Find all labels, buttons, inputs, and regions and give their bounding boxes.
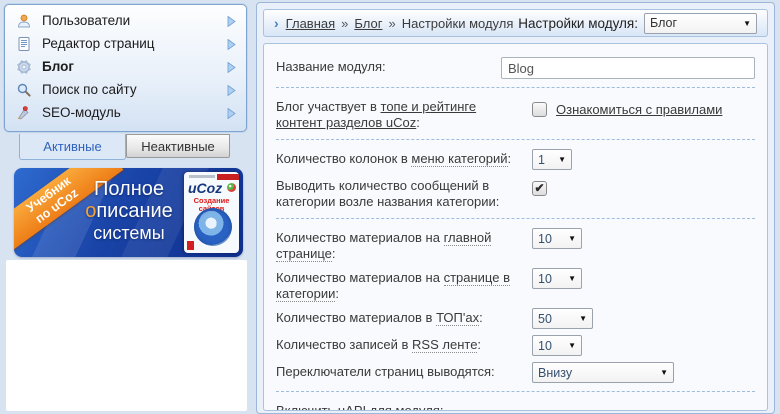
chevron-right-icon [227,38,237,51]
rss-count-label: Количество записей в RSS ленте: [276,337,482,353]
chevron-down-icon: ▼ [568,234,576,243]
module-menu: Пользователи Редактор страниц Блог Поиск… [4,4,247,132]
main-page-count-select[interactable]: 10 ▼ [532,228,582,249]
page-icon [14,35,34,52]
main-page-count-label: Количество материалов на главной страниц… [276,230,492,262]
category-columns-label: Количество колонок в меню категорий: [276,151,512,167]
left-empty-panel [6,260,247,411]
tab-inactive-modules[interactable]: Неактивные [126,134,230,158]
chevron-down-icon: ▼ [568,274,576,283]
sidebar-item-label: Блог [42,59,74,74]
tops-count-label: Количество материалов в ТОП'ах: [276,310,483,326]
breadcrumb-current: Настройки модуля [401,15,514,31]
pager-position-label: Переключатели страниц выводятся: [276,364,495,379]
tab-active-modules[interactable]: Активные [19,134,126,160]
show-count-label: Выводить количество сообщений в категори… [276,178,500,209]
sidebar-item-site-search[interactable]: Поиск по сайту [10,78,241,101]
pager-position-select[interactable]: Внизу ▼ [532,362,674,383]
breadcrumb-home-link[interactable]: Главная [286,16,335,31]
search-icon [14,81,34,98]
sidebar-item-seo-module[interactable]: SEO-модуль [10,101,241,124]
rocket-icon [14,104,34,121]
cd-icon [227,183,236,192]
user-icon [14,12,34,29]
show-count-checkbox[interactable] [532,181,547,196]
banner-title: Полное описание системы [85,178,173,243]
chevron-right-icon [227,107,237,120]
gear-icon [14,58,34,75]
module-select-label: Настройки модуля: [518,15,638,31]
module-name-input[interactable] [501,57,755,79]
book-cover-image: uCoz Создание сайтов [184,172,239,253]
sidebar-item-blog[interactable]: Блог [10,55,241,78]
breadcrumb-blog-link[interactable]: Блог [354,16,382,31]
category-columns-select[interactable]: 1 ▼ [532,149,572,170]
ucoz-handbook-banner[interactable]: Учебник по uCoz Полное описание системы … [14,168,243,257]
category-page-count-select[interactable]: 10 ▼ [532,268,582,289]
chevron-down-icon: ▼ [579,314,587,323]
breadcrumb: › Главная » Блог » Настройки модуля Наст… [263,9,768,37]
sidebar-item-users[interactable]: Пользователи [10,9,241,32]
chevron-down-icon: ▼ [743,18,751,28]
module-select[interactable]: Блог ▼ [644,12,757,34]
water-swirl-art [194,208,232,246]
category-page-count-label: Количество материалов на странице в кате… [276,270,510,302]
sidebar-item-label: SEO-модуль [42,105,121,120]
tops-count-select[interactable]: 50 ▼ [532,308,593,329]
rss-count-select[interactable]: 10 ▼ [532,335,582,356]
sidebar-item-label: Поиск по сайту [42,82,137,97]
module-name-label: Название модуля: [276,59,386,74]
ucoz-admin-panel: Пользователи Редактор страниц Блог Поиск… [0,0,780,414]
top-rating-checkbox[interactable] [532,102,547,117]
read-rules-link[interactable]: Ознакомиться с правилами [556,102,722,117]
uapi-label: Включить uAPI для модуля: [276,403,444,411]
sidebar-item-label: Пользователи [42,13,131,28]
chevron-icon: › [274,15,279,31]
top-rating-label: Блог участвует в топе и рейтинге контент… [276,99,477,130]
chevron-right-icon [227,15,237,28]
uapi-block: Включить uAPI для модуля: Подробнее о то… [276,400,532,411]
chevron-down-icon: ▼ [660,368,668,377]
chevron-right-icon [227,84,237,97]
chevron-right-icon [227,61,237,74]
settings-container: › Главная » Блог » Настройки модуля Наст… [256,2,775,414]
module-settings-form: Название модуля: Блог участвует в топе и… [263,43,768,411]
sidebar-item-label: Редактор страниц [42,36,155,51]
sidebar-item-page-editor[interactable]: Редактор страниц [10,32,241,55]
chevron-down-icon: ▼ [568,341,576,350]
chevron-down-icon: ▼ [558,155,566,164]
module-tabs: Активные Неактивные [0,134,252,161]
